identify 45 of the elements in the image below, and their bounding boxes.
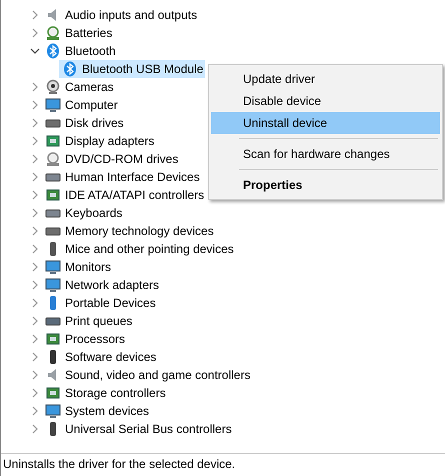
device-icon [45,79,61,95]
tree-item-label[interactable]: Universal Serial Bus controllers [65,422,232,436]
status-text: Uninstalls the driver for the selected device. [3,457,236,471]
tree-item-label[interactable]: Print queues [65,314,132,328]
tree-item-label[interactable]: Keyboards [65,206,122,220]
tree-item[interactable]: Bluetooth USB Module [59,60,206,78]
tree-item-label[interactable]: System devices [65,404,150,418]
device-icon [45,25,61,41]
tree-item-label[interactable]: Disk drives [65,116,124,130]
device-icon [45,403,61,419]
device-icon [45,331,61,347]
tree-item-label[interactable]: Monitors [65,260,112,274]
device-icon [45,151,61,167]
tree-item-label[interactable]: Computer [65,98,118,112]
menu-item[interactable]: Properties [211,174,440,196]
menu-item[interactable]: Uninstall device [211,112,440,134]
device-icon [45,187,61,203]
tree-item-label[interactable]: Human Interface Devices [65,170,200,184]
tree-item-label[interactable]: Bluetooth [65,44,116,58]
tree-item-label[interactable]: DVD/CD-ROM drives [65,152,178,166]
tree-item-label[interactable]: Memory technology devices [65,224,214,238]
tree-item-label[interactable]: Storage controllers [65,386,166,400]
bluetooth-icon [45,43,61,59]
bluetooth-icon [62,61,78,77]
tree-item-label[interactable]: Portable Devices [65,296,156,310]
device-icon [45,259,61,275]
tree-item-label[interactable]: Audio inputs and outputs [65,8,198,22]
tree-item-label[interactable]: Cameras [65,80,114,94]
menu-item[interactable]: Scan for hardware changes [211,143,440,165]
tree-item-label[interactable]: IDE ATA/ATAPI controllers [65,188,204,202]
tree-item-label[interactable]: Batteries [65,26,112,40]
device-icon [45,97,61,113]
tree-item-label[interactable]: Processors [65,332,126,346]
tree-item-label[interactable]: Display adapters [65,134,154,148]
device-icon [45,133,61,149]
tree-item-label[interactable]: Mice and other pointing devices [65,242,234,256]
chevron-icon[interactable] [30,46,40,56]
device-icon [45,277,61,293]
menu-item[interactable]: Update driver [211,68,440,90]
tree-item-label[interactable]: Network adapters [65,278,160,292]
tree-item-label[interactable]: Sound, video and game controllers [65,368,250,382]
tree-item-label[interactable]: Bluetooth USB Module [82,62,204,76]
tree-item-label[interactable]: Software devices [65,350,156,364]
device-icon [45,385,61,401]
menu-item[interactable]: Disable device [211,90,440,112]
